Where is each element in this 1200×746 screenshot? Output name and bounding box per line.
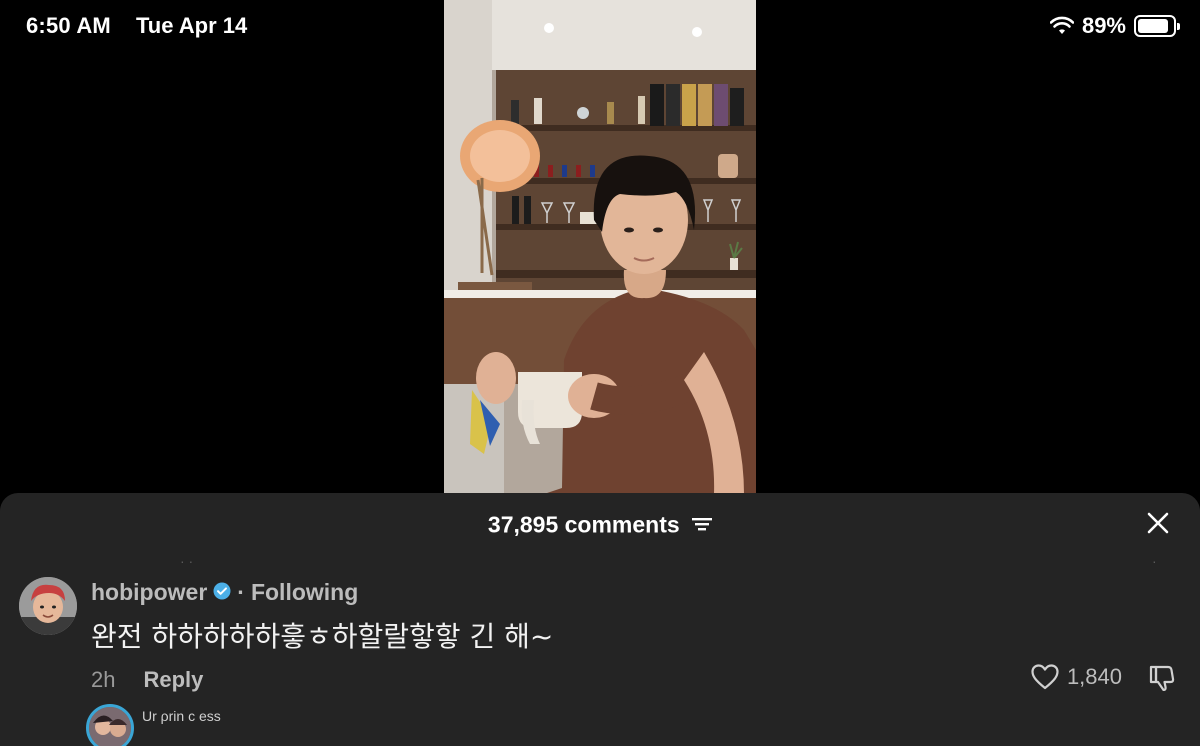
battery-icon <box>1134 15 1180 37</box>
battery-percentage: 89% <box>1081 13 1126 38</box>
wifi-icon <box>1049 16 1074 36</box>
comment-username[interactable]: hobipower <box>91 579 207 606</box>
battery-fill <box>1138 19 1169 33</box>
reply-button[interactable]: Reply <box>143 667 203 693</box>
like-count: 1,840 <box>1066 664 1122 689</box>
avatar[interactable] <box>19 577 77 635</box>
comment-meta: 2h Reply <box>91 667 203 693</box>
video-still <box>444 0 756 494</box>
following-label: Following <box>250 579 359 605</box>
verified-badge-icon <box>213 579 231 606</box>
comment-age: 2h <box>91 667 116 692</box>
next-comment-username[interactable]: Ur ρrin c ess <box>142 708 221 724</box>
avatar[interactable] <box>86 704 134 746</box>
status-indicators: 89% <box>1049 13 1180 39</box>
comments-sheet: 37,895 comments · · · hobipower · Follow… <box>0 493 1200 746</box>
comment-text: 완전 하하하하하흫ㅎ하할랄핳핳 긴 해~ <box>91 620 554 653</box>
comments-count: 37,895 comments <box>487 511 680 538</box>
status-bar: 6:50 AM Tue Apr 14 89% <box>0 0 1200 52</box>
sort-filter-icon[interactable] <box>692 511 713 538</box>
divider-mark: · <box>1152 553 1157 569</box>
comments-header: 37,895 comments <box>0 510 1200 538</box>
close-icon[interactable] <box>1146 511 1170 535</box>
comment-header: hobipower · Following <box>91 579 358 606</box>
separator: · <box>237 579 245 605</box>
status-time: 6:50 AM <box>26 13 111 38</box>
like-button[interactable]: 1,840 <box>1031 664 1122 690</box>
divider-mark: · · <box>180 553 194 569</box>
status-date: Tue Apr 14 <box>136 13 248 38</box>
dislike-icon[interactable] <box>1148 663 1176 696</box>
heart-icon <box>1031 664 1059 690</box>
video-player[interactable] <box>444 0 756 494</box>
